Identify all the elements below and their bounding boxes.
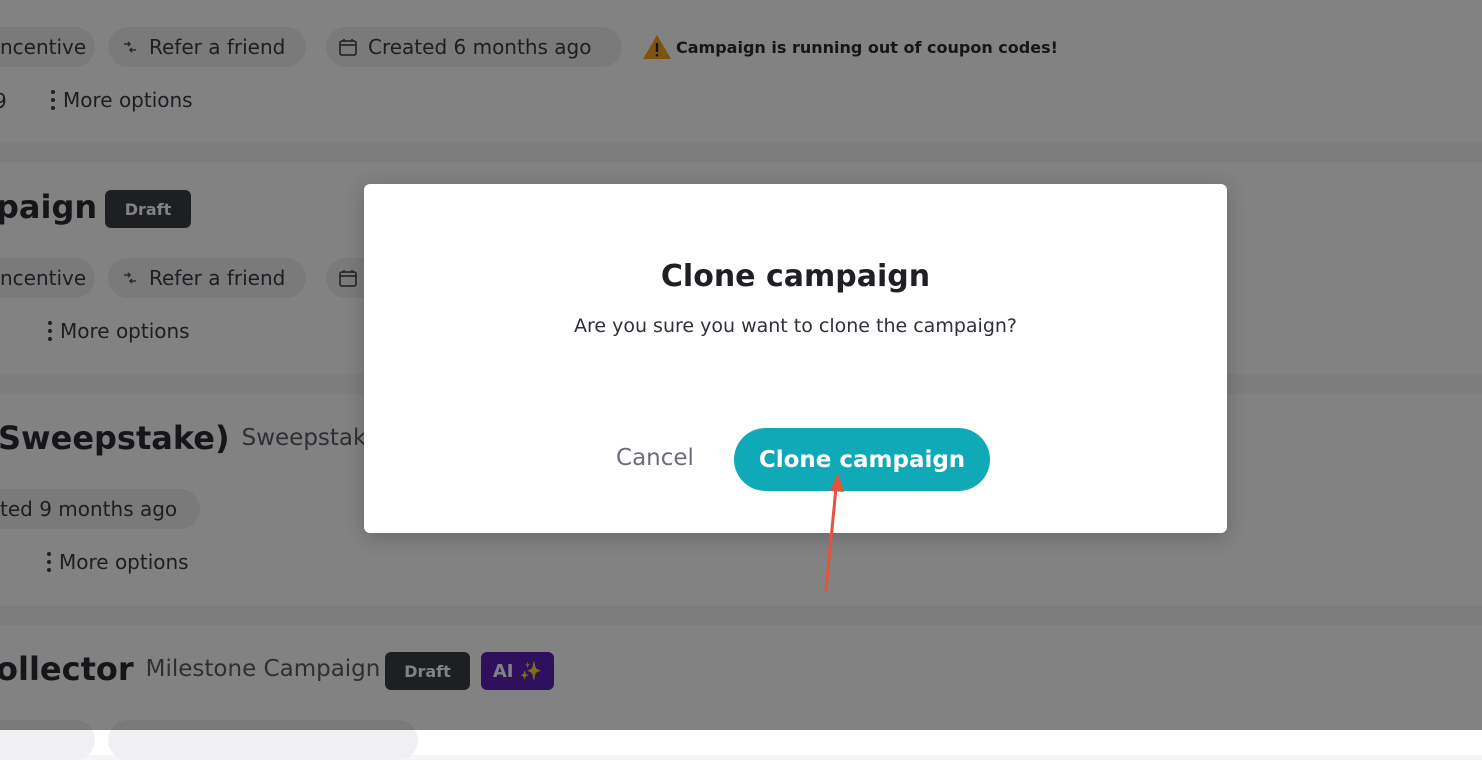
clone-campaign-dialog: Clone campaign Are you sure you want to …	[364, 184, 1227, 533]
clone-campaign-button[interactable]: Clone campaign	[734, 428, 990, 491]
dialog-title: Clone campaign	[660, 259, 931, 294]
cancel-button[interactable]: Cancel	[596, 438, 714, 478]
dialog-message: Are you sure you want to clone the campa…	[573, 315, 1018, 337]
